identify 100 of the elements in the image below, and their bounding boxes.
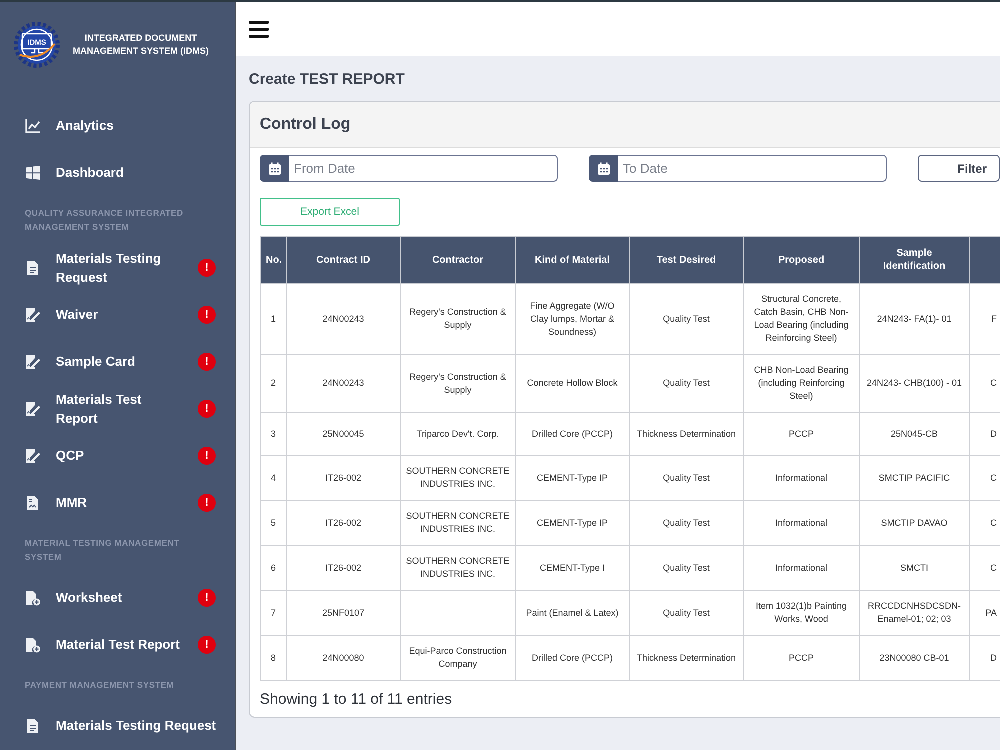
table-cell: SOUTHERN CONCRETE INDUSTRIES INC.	[400, 500, 516, 546]
table-cell: PCCP	[744, 412, 860, 456]
alert-badge: !	[198, 400, 216, 418]
table-cell: Concrete Hollow Block	[516, 354, 630, 412]
table-cell: SMCTIP PACIFIC	[860, 456, 970, 500]
brand-title: INTEGRATED DOCUMENT MANAGEMENT SYSTEM (IDMS)	[72, 32, 210, 58]
nav-link[interactable]: Materials Test Report	[25, 390, 185, 428]
table-cell: CEMENT-Type IP	[516, 456, 630, 500]
table-cell: 25NF0107	[286, 590, 400, 636]
column-header: Contract ID	[286, 236, 400, 284]
section-heading: MATERIAL TESTING MANAGEMENT SYSTEM	[24, 537, 181, 564]
table-cell: 24N243- FA(1)- 01	[860, 284, 970, 354]
alert-badge: !	[198, 258, 216, 276]
table-cell: Quality Test	[630, 500, 744, 546]
table-cell: 25N00045	[286, 412, 400, 456]
table-cell: 23N00080 CB-01	[860, 636, 970, 680]
table-cell: IT26-002	[286, 500, 400, 546]
column-header: Proposed	[744, 236, 860, 284]
table-cell: Quality Test	[630, 284, 744, 354]
table-cell: 8	[260, 636, 286, 680]
table-cell: 24N243- CHB(100) - 01	[860, 354, 970, 412]
alert-badge: !	[198, 446, 216, 464]
nav-link[interactable]: QCP	[25, 446, 185, 465]
nav-link[interactable]: MMR	[25, 493, 185, 512]
nav-link[interactable]: Worksheet	[25, 588, 185, 607]
alert-badge: !	[198, 494, 216, 512]
menu-icon[interactable]	[249, 20, 269, 38]
table-cell: Item 1032(1)b Painting Works, Wood	[744, 590, 860, 636]
page-title: Create TEST REPORT	[249, 70, 406, 90]
table-cell: Quality Test	[630, 354, 744, 412]
table-cell: 24N00243	[286, 354, 400, 412]
alert-badge: !	[198, 306, 216, 324]
date-input[interactable]: To Date	[618, 155, 887, 182]
table-cell: 4	[260, 456, 286, 500]
document-pen-icon	[25, 448, 41, 464]
document-pen-icon	[25, 400, 41, 416]
section-heading: QUALITY ASSURANCE INTEGRATED MANAGEMENT SYSTEM	[24, 207, 184, 234]
table-cell: 3	[260, 412, 286, 456]
table-cell: Quality Test	[630, 456, 744, 500]
calendar-icon	[589, 155, 618, 182]
document-icon	[25, 718, 41, 734]
date-input[interactable]: From Date	[289, 155, 558, 182]
document-pen-icon	[25, 354, 41, 370]
column-header: Kind of Material	[516, 236, 630, 284]
file-plus-icon	[25, 590, 41, 606]
table-cell: Equi-Parco Construction Company	[400, 636, 516, 680]
table-cell: Informational	[744, 500, 860, 546]
table-cell: Regery's Construction & Supply	[400, 284, 516, 354]
nav-link[interactable]: Dashboard	[25, 163, 220, 182]
table-cell: Informational	[744, 546, 860, 590]
alert-badge: !	[198, 588, 216, 606]
table-cell: 5	[260, 500, 286, 546]
table-cell: 25N045-CB	[860, 412, 970, 456]
nav-link[interactable]: Materials Testing Request	[25, 248, 185, 286]
table-cell: Triparco Dev't. Corp.	[400, 412, 516, 456]
filter-button[interactable]: Filter	[918, 155, 1000, 182]
column-header: No.	[260, 236, 286, 284]
table-cell: PCCP	[744, 636, 860, 680]
table-cell: IT26-002	[286, 546, 400, 590]
column-header: Contractor	[400, 236, 516, 284]
table-info: Showing 1 to 11 of 11 entries	[260, 691, 452, 709]
table-cell: RRCCDCNHSDCSDN-Enamel-01; 02; 03	[860, 590, 970, 636]
document-icon	[25, 260, 41, 276]
table-cell: Fine Aggregate (W/O Clay lumps, Mortar & Soundness)	[516, 284, 630, 354]
table-cell: CEMENT-Type IP	[516, 500, 630, 546]
table-cell: 1	[260, 284, 286, 354]
file-icon	[25, 494, 41, 510]
table-cell: 24N00243	[286, 284, 400, 354]
nav-link[interactable]: Waiver	[25, 305, 185, 324]
table-cell: CEMENT-Type I	[516, 546, 630, 590]
column-header: Test Desired	[630, 236, 744, 284]
table-cell: CHB Non-Load Bearing (including Reinforcing Steel)	[744, 354, 860, 412]
table-cell: SOUTHERN CONCRETE INDUSTRIES INC.	[400, 546, 516, 590]
table-cell: Paint (Enamel & Latex)	[516, 590, 630, 636]
table-cell: Thickness Determination	[630, 412, 744, 456]
line-chart-icon	[25, 118, 41, 134]
table-cell: Informational	[744, 456, 860, 500]
nav-link[interactable]: Material Test Report	[25, 635, 185, 654]
table-cell: Drilled Core (PCCP)	[516, 636, 630, 680]
table-cell: Drilled Core (PCCP)	[516, 412, 630, 456]
table-cell: SMCTIP DAVAO	[860, 500, 970, 546]
table-cell: 6	[260, 546, 286, 590]
alert-badge: !	[198, 352, 216, 370]
tiles-icon	[25, 164, 41, 180]
table-cell: IT26-002	[286, 456, 400, 500]
file-plus-icon	[25, 636, 41, 652]
nav-link[interactable]: Materials Testing Request	[25, 716, 220, 735]
table-cell: Quality Test	[630, 590, 744, 636]
nav-link[interactable]: Analytics	[25, 116, 220, 135]
table-cell: Regery's Construction & Supply	[400, 354, 516, 412]
table-cell: 24N00080	[286, 636, 400, 680]
table-cell: SMCTI	[860, 546, 970, 590]
table-cell: Quality Test	[630, 546, 744, 590]
alert-badge: !	[198, 636, 216, 654]
nav-link[interactable]: Sample Card	[25, 352, 185, 371]
table-cell: Structural Concrete, Catch Basin, CHB Non-Load Bearing (including Reinforcing Steel)	[744, 284, 860, 354]
table-cell: 7	[260, 590, 286, 636]
calendar-icon	[260, 155, 289, 182]
table-cell: SOUTHERN CONCRETE INDUSTRIES INC.	[400, 456, 516, 500]
table-cell: Thickness Determination	[630, 636, 744, 680]
